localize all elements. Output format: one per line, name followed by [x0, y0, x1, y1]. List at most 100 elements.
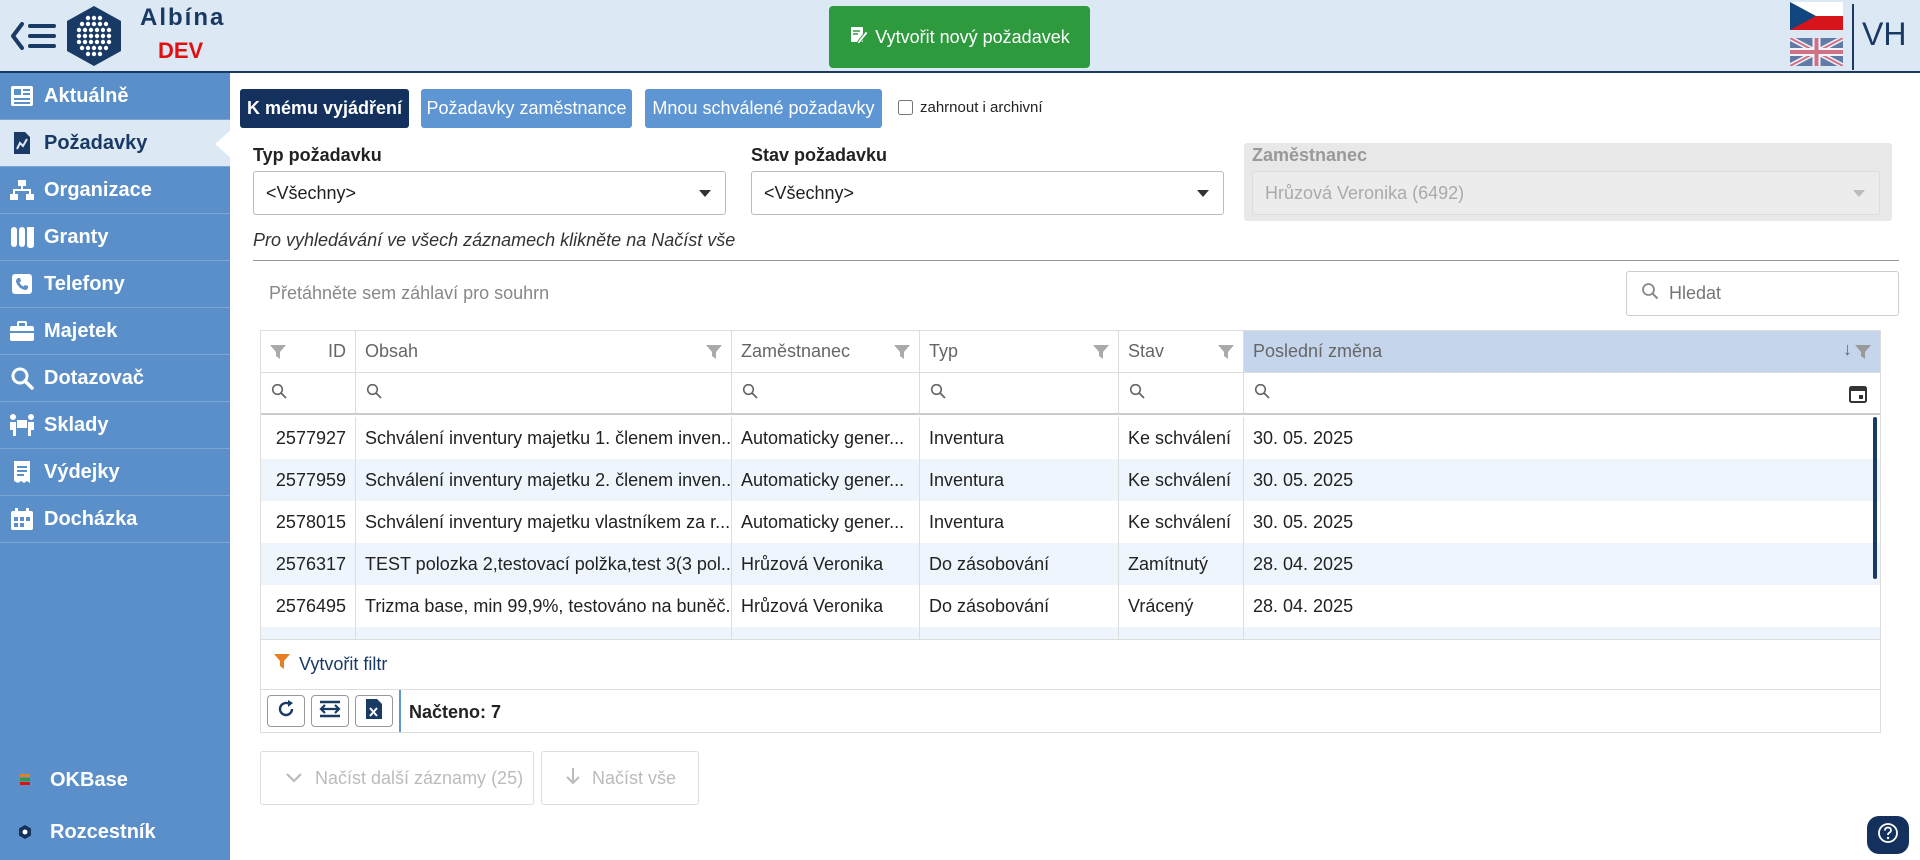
sidebar-item-label: Výdejky [44, 460, 120, 483]
column-header-typ[interactable]: Typ [920, 331, 1119, 373]
divider [253, 260, 1899, 261]
loaded-count: Načteno: 7 [409, 702, 502, 722]
column-header-zamestnanec[interactable]: Zaměstnanec [732, 331, 920, 373]
sidebar-item-dotazovac[interactable]: Dotazovač [0, 355, 230, 402]
column-header-label: ID [328, 341, 346, 361]
filter-icon[interactable] [1217, 343, 1235, 366]
employee-select: Hrůzová Veronika (6492) [1252, 171, 1880, 215]
filter-icon[interactable] [1092, 343, 1110, 366]
sidebar-item-majetek[interactable]: Majetek [0, 308, 230, 355]
cell-type: Inventura [920, 417, 1119, 459]
crossroads-icon [0, 825, 50, 839]
refresh-button[interactable] [267, 695, 305, 727]
sidebar-item-aktualne[interactable]: Aktuálně [0, 73, 230, 120]
cell-id: 2576317 [261, 543, 356, 585]
table-row[interactable]: 2576495 Trizma base, min 99,9%, testován… [261, 585, 1880, 627]
cell-type: Do zásobování [920, 543, 1119, 585]
filter-cell-typ[interactable] [920, 373, 1119, 415]
sidebar-item-label: Telefony [44, 272, 125, 295]
grid-search-input[interactable] [1669, 283, 1869, 304]
sidebar-item-vydejky[interactable]: Výdejky [0, 449, 230, 496]
sidebar-item-sklady[interactable]: Sklady [0, 402, 230, 449]
export-excel-button[interactable] [355, 695, 393, 727]
okbase-link[interactable]: OKBase [0, 758, 230, 802]
cell-type: Do zásobování [920, 585, 1119, 627]
cell-changed: 30. 05. 2025 [1253, 469, 1354, 490]
sitemap-icon [0, 179, 44, 201]
table-row[interactable]: 2576317 TEST polozka 2,testovací polžka,… [261, 543, 1880, 585]
cell-status: Ke schválení [1119, 459, 1244, 501]
sidebar: Aktuálně Požadavky Organizace Granty Tel… [0, 73, 231, 860]
request-type-value: <Všechny> [266, 182, 357, 203]
column-header-stav[interactable]: Stav [1119, 331, 1244, 373]
chevron-down-icon [1197, 190, 1209, 197]
sidebar-item-telefony[interactable]: Telefony [0, 261, 230, 308]
filter-icon[interactable] [705, 343, 723, 366]
table-row[interactable]: 2578015 Schválení inventury majetku vlas… [261, 501, 1880, 543]
include-archive-label: zahrnout i archivní [920, 99, 1043, 116]
request-status-select[interactable]: <Všechny> [751, 171, 1224, 215]
load-all-button[interactable]: Načíst vše [541, 751, 699, 805]
uk-flag-icon[interactable] [1788, 35, 1845, 69]
column-header-posledni-zmena[interactable]: Poslední změna ↓ [1244, 331, 1880, 373]
briefcase-icon [0, 320, 44, 342]
collapse-menu-icon[interactable] [10, 18, 56, 54]
cell-changed: 28. 04. 2025 [1253, 595, 1354, 616]
phone-icon [0, 273, 44, 295]
filter-cell-zamestnanec[interactable] [732, 373, 920, 415]
calendar-icon[interactable] [1848, 384, 1868, 409]
include-archive-checkbox[interactable] [898, 100, 913, 115]
tab-mnou-schvalene[interactable]: Mnou schválené požadavky [645, 89, 882, 128]
filter-cell-stav[interactable] [1119, 373, 1244, 415]
flask-icon [0, 225, 44, 249]
filter-cell-posledni-zmena[interactable] [1244, 373, 1880, 415]
chart-document-icon [0, 131, 44, 155]
employee-filter-panel: Zaměstnanec Hrůzová Veronika (6492) [1244, 143, 1892, 221]
column-header-id[interactable]: ID [261, 331, 356, 373]
create-filter-button[interactable]: Vytvořit filtr [261, 639, 1880, 689]
create-request-button[interactable]: Vytvořit nový požadavek [829, 6, 1090, 68]
user-avatar[interactable]: VH [1862, 16, 1906, 53]
sidebar-item-label: Granty [44, 225, 109, 248]
column-header-obsah[interactable]: Obsah [356, 331, 732, 373]
load-all-label: Načíst vše [592, 767, 677, 788]
table-row[interactable]: 2577959 Schválení inventury majetku 2. č… [261, 459, 1880, 501]
fit-columns-button[interactable] [311, 695, 349, 727]
sidebar-item-organizace[interactable]: Organizace [0, 167, 230, 214]
vertical-scrollbar[interactable] [1873, 417, 1877, 579]
tab-pozadavky-zamestnance[interactable]: Požadavky zaměstnance [421, 89, 632, 128]
grid-search-box[interactable] [1626, 271, 1899, 316]
include-archive-option[interactable]: zahrnout i archivní [898, 99, 1043, 116]
sidebar-item-granty[interactable]: Granty [0, 214, 230, 261]
load-more-button[interactable]: Načíst další záznamy (25) [260, 751, 534, 805]
filter-cell-id[interactable] [261, 373, 356, 415]
rozcestnik-link[interactable]: Rozcestník [0, 810, 230, 854]
rozcestnik-label: Rozcestník [50, 820, 156, 843]
create-request-label: Vytvořit nový požadavek [875, 26, 1070, 47]
footer-separator [399, 690, 401, 732]
sidebar-item-dochazka[interactable]: Docházka [0, 496, 230, 543]
czech-flag-icon[interactable] [1790, 2, 1843, 30]
cell-id: 2577927 [261, 417, 356, 459]
table-row[interactable]: 2577927 Schválení inventury majetku 1. č… [261, 417, 1880, 459]
cell-divider [356, 627, 732, 639]
filter-icon[interactable] [269, 343, 287, 366]
receipt-icon [0, 460, 44, 484]
filter-icon[interactable] [1854, 343, 1872, 366]
group-by-panel[interactable]: Přetáhněte sem záhlaví pro souhrn [269, 283, 549, 304]
cell-employee: Hrůzová Veronika [732, 543, 920, 585]
sidebar-item-label: Majetek [44, 319, 118, 342]
cell-id: 2576495 [261, 585, 356, 627]
request-type-select[interactable]: <Všechny> [253, 171, 726, 215]
help-button[interactable] [1867, 816, 1909, 854]
filter-cell-obsah[interactable] [356, 373, 732, 415]
albina-logo-icon [64, 5, 124, 67]
grid-footer: Načteno: 7 [261, 689, 1880, 732]
tab-k-memu-vyjadreni[interactable]: K mému vyjádření [240, 89, 409, 128]
sidebar-item-pozadavky[interactable]: Požadavky [0, 120, 231, 167]
load-more-label: Načíst další záznamy (25) [315, 767, 524, 788]
request-type-label: Typ požadavku [253, 145, 382, 165]
calendar-icon [0, 507, 44, 531]
filter-icon[interactable] [893, 343, 911, 366]
table-row-partial [261, 627, 1880, 639]
